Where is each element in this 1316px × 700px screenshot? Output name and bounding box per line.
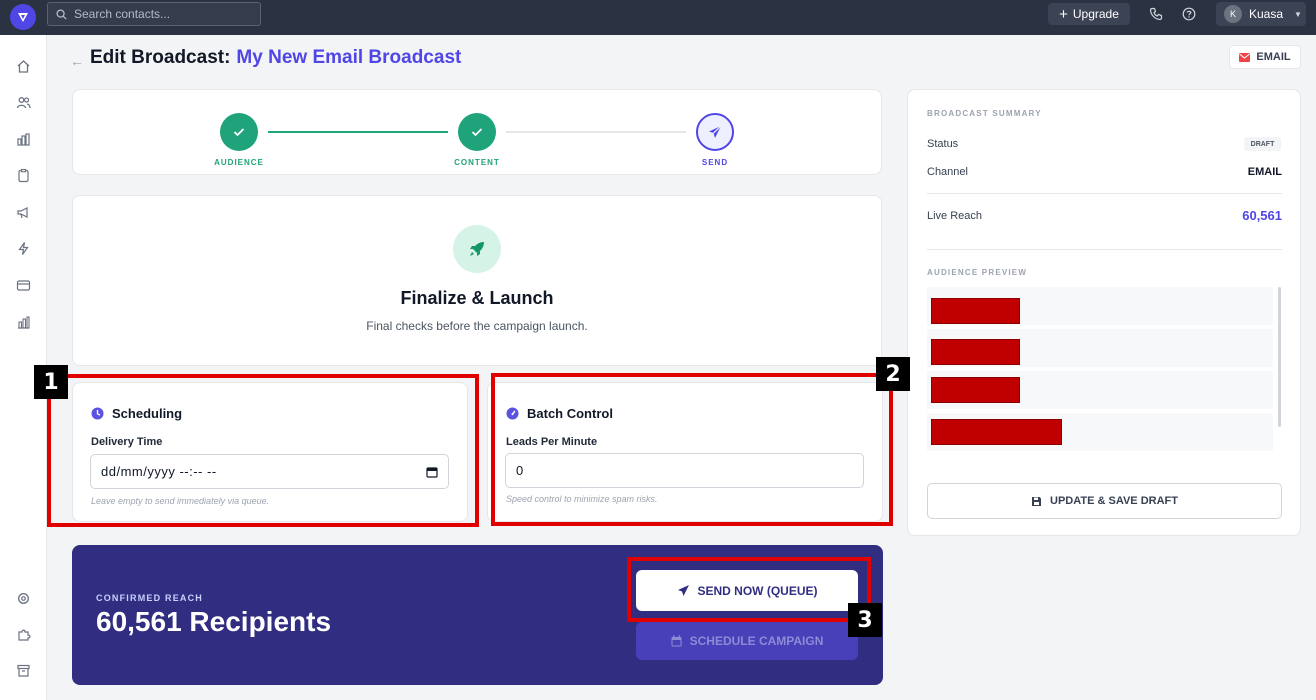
phone-icon[interactable] [1148, 6, 1164, 22]
reports-icon[interactable] [14, 130, 32, 148]
audience-preview-title: AUDIENCE PREVIEW [927, 268, 1028, 277]
step-label: SEND [701, 158, 729, 167]
user-menu[interactable]: K Kuasa ▼ [1216, 2, 1306, 26]
live-reach-label: Live Reach [927, 210, 983, 222]
archive-icon[interactable] [14, 661, 32, 679]
check-icon [458, 113, 496, 151]
list-item [927, 329, 1273, 367]
channel-label: Channel [927, 166, 968, 178]
summary-title: BROADCAST SUMMARY [927, 109, 1042, 118]
annotation-tag: 3 [848, 603, 882, 637]
envelope-icon [1239, 52, 1251, 62]
top-bar: + Upgrade K Kuasa ▼ [0, 0, 1316, 35]
step-send[interactable]: SEND [685, 113, 745, 167]
calendar-icon [671, 635, 682, 647]
paper-plane-icon [696, 113, 734, 151]
upgrade-label: Upgrade [1072, 7, 1119, 21]
status-label: Status [927, 138, 959, 150]
channel-chip-label: EMAIL [1256, 51, 1291, 63]
page-title-prefix: Edit Broadcast: [90, 47, 231, 68]
highlight-box-scheduling [47, 374, 479, 527]
status-badge: DRAFT [1244, 137, 1281, 151]
channel-value: EMAIL [1247, 166, 1282, 178]
step-connector [506, 131, 686, 133]
broadcast-name: My New Email Broadcast [236, 47, 462, 68]
finalize-title: Finalize & Launch [400, 288, 554, 308]
search-input[interactable] [74, 7, 244, 21]
home-icon[interactable] [14, 57, 32, 75]
finalize-card [72, 195, 882, 366]
search-bar[interactable] [47, 2, 261, 26]
update-save-draft-label: UPDATE & SAVE DRAFT [1050, 495, 1178, 507]
list-item [927, 371, 1273, 409]
redacted-contact [931, 298, 1020, 324]
puzzle-icon[interactable] [14, 625, 32, 643]
search-icon [56, 8, 67, 20]
upgrade-button[interactable]: + Upgrade [1048, 3, 1130, 25]
megaphone-icon[interactable] [14, 203, 32, 221]
annotation-tag: 2 [876, 357, 910, 391]
step-label: CONTENT [454, 158, 500, 167]
step-label: AUDIENCE [214, 158, 264, 167]
back-arrow-icon[interactable]: ← [70, 53, 84, 69]
channel-chip: EMAIL [1229, 45, 1301, 69]
confirmed-reach-value: 60,561 Recipients [96, 606, 332, 637]
live-reach-value: 60,561 [1242, 208, 1282, 223]
list-item [927, 287, 1273, 325]
redacted-contact [931, 339, 1020, 365]
step-content[interactable]: CONTENT [447, 113, 507, 167]
settings-icon[interactable] [14, 589, 32, 607]
lightning-icon[interactable] [14, 239, 32, 257]
step-audience[interactable]: AUDIENCE [209, 113, 269, 167]
highlight-box-send [627, 557, 871, 622]
confirmed-reach-label: CONFIRMED REACH [96, 593, 203, 603]
page-title: Edit Broadcast: My New Email Broadcast [90, 47, 461, 69]
analytics-icon[interactable] [14, 313, 32, 331]
highlight-box-batch [491, 373, 893, 526]
update-save-draft-button[interactable]: UPDATE & SAVE DRAFT [927, 483, 1282, 519]
rocket-icon [453, 225, 501, 273]
user-name: Kuasa [1249, 7, 1284, 21]
clipboard-icon[interactable] [14, 166, 32, 184]
app-logo-icon[interactable] [10, 4, 36, 30]
plus-icon: + [1059, 5, 1068, 23]
list-item [927, 413, 1273, 451]
step-connector [268, 131, 448, 133]
divider [927, 193, 1282, 194]
redacted-contact [931, 419, 1062, 445]
chevron-down-icon: ▼ [1294, 9, 1302, 19]
contacts-icon[interactable] [14, 93, 32, 111]
save-icon [1032, 496, 1042, 506]
audience-preview-list[interactable] [927, 287, 1282, 457]
check-icon [220, 113, 258, 151]
credit-card-icon[interactable] [14, 276, 32, 294]
annotation-tag: 1 [34, 365, 68, 399]
redacted-contact [931, 377, 1020, 403]
schedule-campaign-label: SCHEDULE CAMPAIGN [689, 634, 824, 648]
schedule-campaign-button[interactable]: SCHEDULE CAMPAIGN [636, 622, 858, 660]
preview-scrollbar[interactable] [1278, 287, 1281, 427]
divider [927, 249, 1282, 250]
avatar: K [1224, 5, 1242, 23]
help-icon[interactable] [1181, 6, 1197, 22]
finalize-subtitle: Final checks before the campaign launch. [366, 319, 588, 333]
